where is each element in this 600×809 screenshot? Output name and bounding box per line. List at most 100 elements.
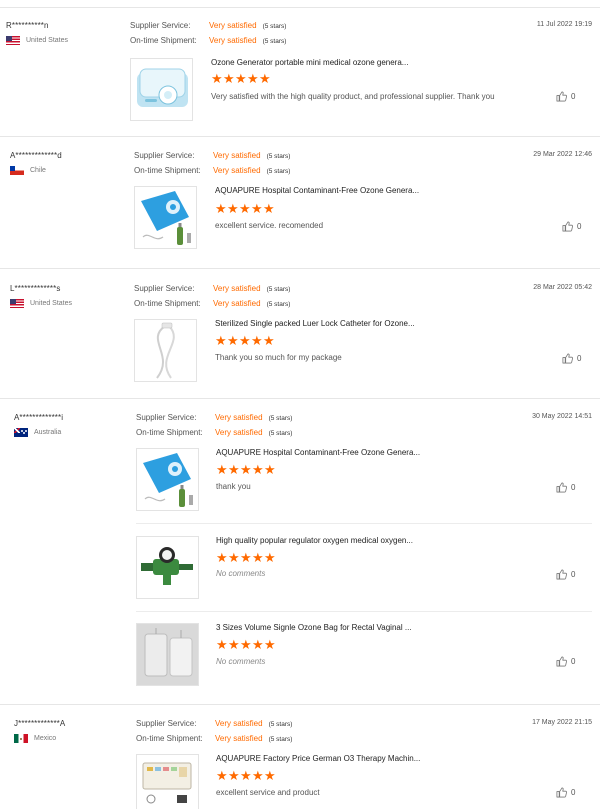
ontime-shipment-label: On-time Shipment: (136, 734, 203, 743)
country-name: Chile (30, 167, 46, 174)
thumbs-up-icon (556, 482, 567, 493)
supplier-service-rating: Supplier Service: Very satisfied (5 star… (134, 284, 290, 293)
buyer-country: Australia (14, 428, 61, 437)
like-button[interactable]: 0 (556, 91, 575, 102)
star-icon: ★ (227, 333, 239, 348)
ontime-shipment-rating: On-time Shipment: Very satisfied (5 star… (134, 299, 290, 308)
star-icon: ★ (240, 462, 252, 477)
product-title-link[interactable]: Ozone Generator portable mini medical oz… (211, 58, 408, 67)
review-text: Thank you so much for my package (215, 353, 342, 362)
ontime-shipment-stars: (5 stars) (266, 301, 291, 308)
like-button[interactable]: 0 (556, 482, 575, 493)
supplier-service-rating: Supplier Service: Very satisfied (5 star… (136, 719, 292, 728)
star-icon: ★ (215, 201, 227, 216)
buyer-country: United States (6, 36, 68, 45)
thumbs-up-icon (556, 787, 567, 798)
buyer-country: United States (10, 299, 72, 308)
supplier-service-rating: Supplier Service: Very satisfied (5 star… (134, 151, 290, 160)
supplier-service-value: Very satisfied (213, 284, 261, 293)
like-count: 0 (571, 788, 576, 797)
star-icon: ★ (215, 333, 227, 348)
product-thumbnail-catheter[interactable] (134, 319, 197, 382)
review-divider (0, 136, 600, 137)
review-date: 11 Jul 2022 19:19 (536, 21, 592, 28)
ontime-shipment-value: Very satisfied (215, 734, 263, 743)
thumbs-up-icon (556, 569, 567, 580)
star-icon: ★ (216, 550, 228, 565)
supplier-service-value: Very satisfied (209, 21, 257, 30)
product-thumbnail-ozone-generator[interactable] (130, 58, 193, 121)
supplier-service-rating: Supplier Service: Very satisfied (5 star… (130, 21, 286, 30)
ontime-shipment-label: On-time Shipment: (134, 299, 201, 308)
star-icon: ★ (264, 768, 276, 783)
supplier-service-stars: (5 stars) (266, 153, 291, 160)
review-text: excellent service. recomended (215, 221, 324, 230)
star-icon: ★ (211, 71, 223, 86)
ontime-shipment-rating: On-time Shipment: Very satisfied (5 star… (136, 428, 292, 437)
review-date: 30 May 2022 14:51 (532, 413, 592, 420)
product-rating-stars: ★ ★ ★ ★ ★ (215, 201, 275, 216)
buyer-name: J*************A (14, 719, 66, 728)
like-button[interactable]: 0 (556, 569, 575, 580)
star-icon: ★ (228, 550, 240, 565)
product-rating-stars: ★ ★ ★ ★ ★ (216, 550, 276, 565)
review-divider (0, 398, 600, 399)
star-icon: ★ (240, 637, 252, 652)
like-button[interactable]: 0 (556, 656, 575, 667)
ontime-shipment-label: On-time Shipment: (130, 36, 197, 45)
supplier-service-value: Very satisfied (213, 151, 261, 160)
top-divider (0, 7, 600, 8)
ontime-shipment-value: Very satisfied (213, 166, 261, 175)
thumbs-up-icon (562, 353, 573, 364)
country-name: United States (30, 300, 73, 307)
product-rating-stars: ★ ★ ★ ★ ★ (216, 637, 276, 652)
product-thumbnail-ozone-bag[interactable] (136, 623, 199, 686)
ontime-shipment-rating: On-time Shipment: Very satisfied (5 star… (136, 734, 292, 743)
supplier-service-label: Supplier Service: (136, 413, 197, 422)
supplier-service-label: Supplier Service: (134, 284, 195, 293)
star-icon: ★ (252, 550, 264, 565)
star-icon: ★ (223, 71, 235, 86)
star-icon: ★ (228, 637, 240, 652)
product-rating-stars: ★ ★ ★ ★ ★ (216, 768, 276, 783)
us-flag-icon (6, 36, 20, 45)
product-thumbnail-o3-therapy-machine[interactable] (136, 754, 199, 809)
product-title-link[interactable]: 3 Sizes Volume Signle Ozone Bag for Rect… (216, 623, 412, 632)
buyer-name: A*************d (10, 151, 62, 160)
product-thumbnail-aquapure[interactable] (136, 448, 199, 511)
star-icon: ★ (247, 71, 259, 86)
star-icon: ★ (251, 201, 263, 216)
product-thumbnail-aquapure[interactable] (134, 186, 197, 249)
star-icon: ★ (239, 201, 251, 216)
star-icon: ★ (252, 637, 264, 652)
like-button[interactable]: 0 (562, 353, 581, 364)
supplier-service-stars: (5 stars) (268, 415, 293, 422)
thumbs-up-icon (556, 91, 567, 102)
product-title-link[interactable]: AQUAPURE Hospital Contaminant-Free Ozone… (216, 448, 420, 457)
product-title-link[interactable]: AQUAPURE Hospital Contaminant-Free Ozone… (215, 186, 419, 195)
like-button[interactable]: 0 (556, 787, 575, 798)
star-icon: ★ (235, 71, 247, 86)
ontime-shipment-stars: (5 stars) (268, 736, 293, 743)
supplier-service-value: Very satisfied (215, 719, 263, 728)
product-title-link[interactable]: Sterilized Single packed Luer Lock Cathe… (215, 319, 415, 328)
review-text: thank you (216, 482, 251, 491)
star-icon: ★ (264, 637, 276, 652)
star-icon: ★ (240, 768, 252, 783)
supplier-service-stars: (5 stars) (268, 721, 293, 728)
like-button[interactable]: 0 (562, 221, 581, 232)
review-date: 28 Mar 2022 05:42 (533, 284, 592, 291)
like-count: 0 (577, 222, 582, 231)
product-rating-stars: ★ ★ ★ ★ ★ (211, 71, 271, 86)
mexico-flag-icon (14, 734, 28, 743)
product-title-link[interactable]: AQUAPURE Factory Price German O3 Therapy… (216, 754, 420, 763)
star-icon: ★ (251, 333, 263, 348)
product-thumbnail-oxygen-regulator[interactable] (136, 536, 199, 599)
buyer-name: L*************s (10, 284, 61, 293)
product-title-link[interactable]: High quality popular regulator oxygen me… (216, 536, 413, 545)
thumbs-up-icon (562, 221, 573, 232)
like-count: 0 (571, 92, 576, 101)
review-date: 29 Mar 2022 12:46 (533, 151, 592, 158)
review-date: 17 May 2022 21:15 (532, 719, 592, 726)
product-rating-stars: ★ ★ ★ ★ ★ (216, 462, 276, 477)
